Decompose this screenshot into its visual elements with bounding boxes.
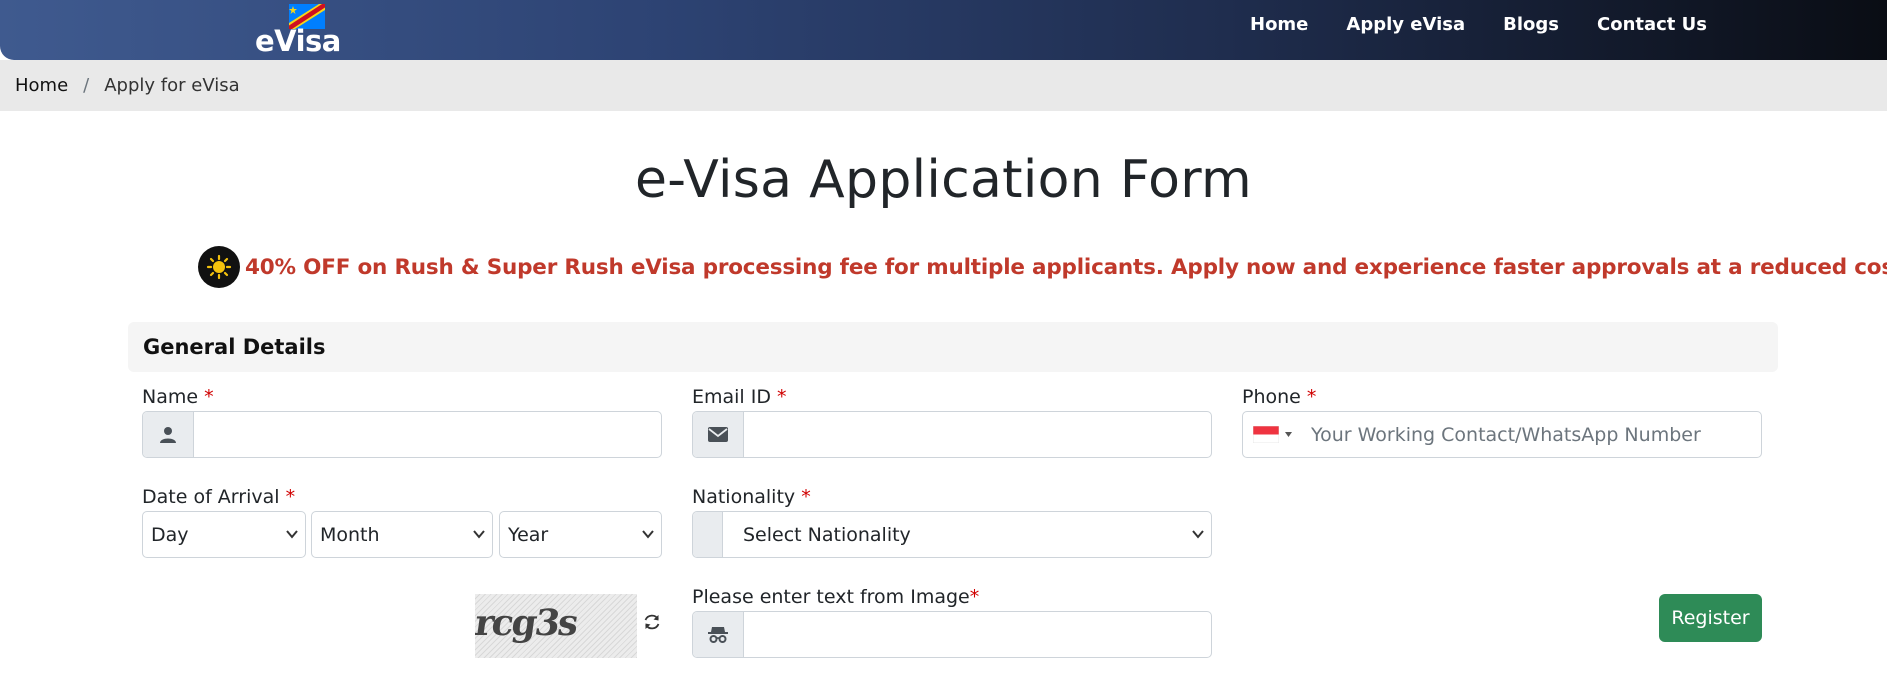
promo-text: 40% OFF on Rush & Super Rush eVisa proce… xyxy=(245,254,1887,280)
arrival-day-select[interactable]: Day xyxy=(142,511,306,558)
captcha-input[interactable] xyxy=(744,612,1211,657)
breadcrumb-separator: / xyxy=(83,75,90,96)
phone-input[interactable] xyxy=(1307,412,1761,457)
phone-label: Phone * xyxy=(1242,386,1316,408)
register-button[interactable]: Register xyxy=(1659,594,1762,642)
arrival-label: Date of Arrival * xyxy=(142,486,295,508)
nationality-label-text: Nationality xyxy=(692,486,796,508)
captcha-image: rcg3s xyxy=(475,594,637,658)
captcha-input-group xyxy=(692,611,1212,658)
refresh-icon[interactable] xyxy=(642,612,662,632)
required-marker: * xyxy=(777,386,787,408)
required-marker: * xyxy=(969,586,980,608)
captcha-label: Please enter text from Image* xyxy=(692,586,979,608)
promo-banner: 40% OFF on Rush & Super Rush eVisa proce… xyxy=(198,246,1887,288)
arrival-month-value: Month xyxy=(320,523,380,546)
caret-down-icon xyxy=(1285,432,1292,437)
arrival-year-select[interactable]: Year xyxy=(499,511,662,558)
chevron-down-icon xyxy=(286,530,298,539)
breadcrumb: Home / Apply for eVisa xyxy=(0,60,1887,111)
sun-badge-icon xyxy=(198,246,240,288)
top-navbar: eVisa Home Apply eVisa Blogs Contact Us xyxy=(0,0,1887,60)
nav-blogs-link[interactable]: Blogs xyxy=(1503,14,1559,35)
nationality-value: Select Nationality xyxy=(743,523,911,546)
chevron-down-icon xyxy=(473,530,485,539)
site-logo[interactable]: eVisa xyxy=(255,2,341,58)
required-marker: * xyxy=(1306,386,1317,408)
arrival-year-value: Year xyxy=(508,523,549,546)
main-nav: Home Apply eVisa Blogs Contact Us xyxy=(1250,14,1745,35)
nav-apply-evisa-link[interactable]: Apply eVisa xyxy=(1346,14,1465,35)
email-label-text: Email ID xyxy=(692,386,771,408)
section-title: General Details xyxy=(143,335,326,359)
logo-text: eVisa xyxy=(255,24,341,58)
country-code-dropdown[interactable] xyxy=(1243,412,1307,457)
arrival-day-value: Day xyxy=(151,523,189,546)
nav-contact-us-link[interactable]: Contact Us xyxy=(1597,14,1707,35)
page-title: e-Visa Application Form xyxy=(634,150,1253,210)
breadcrumb-home-link[interactable]: Home xyxy=(15,75,68,96)
captcha-image-text: rcg3s xyxy=(475,602,580,644)
section-general-details: General Details xyxy=(128,322,1778,372)
name-label-text: Name xyxy=(142,386,199,408)
required-marker: * xyxy=(204,386,214,408)
phone-input-group xyxy=(1242,411,1762,458)
required-marker: * xyxy=(801,486,811,508)
nationality-select[interactable]: Select Nationality xyxy=(692,511,1212,558)
singapore-flag-icon xyxy=(1253,426,1279,443)
nav-home-link[interactable]: Home xyxy=(1250,14,1308,35)
email-input[interactable] xyxy=(744,412,1211,457)
breadcrumb-current: Apply for eVisa xyxy=(104,75,240,96)
arrival-month-select[interactable]: Month xyxy=(311,511,493,558)
envelope-icon xyxy=(693,412,744,457)
name-input-group xyxy=(142,411,662,458)
chevron-down-icon xyxy=(1192,530,1204,539)
user-icon xyxy=(143,412,194,457)
nationality-flag-placeholder xyxy=(693,512,723,557)
incognito-icon xyxy=(693,612,744,657)
name-input[interactable] xyxy=(194,412,661,457)
phone-label-text: Phone xyxy=(1242,386,1301,408)
arrival-label-text: Date of Arrival xyxy=(142,486,280,508)
email-label: Email ID * xyxy=(692,386,787,408)
captcha-label-text: Please enter text from Image xyxy=(692,586,970,608)
required-marker: * xyxy=(285,486,296,508)
chevron-down-icon xyxy=(642,530,654,539)
nationality-label: Nationality * xyxy=(692,486,811,508)
name-label: Name * xyxy=(142,386,214,408)
email-input-group xyxy=(692,411,1212,458)
